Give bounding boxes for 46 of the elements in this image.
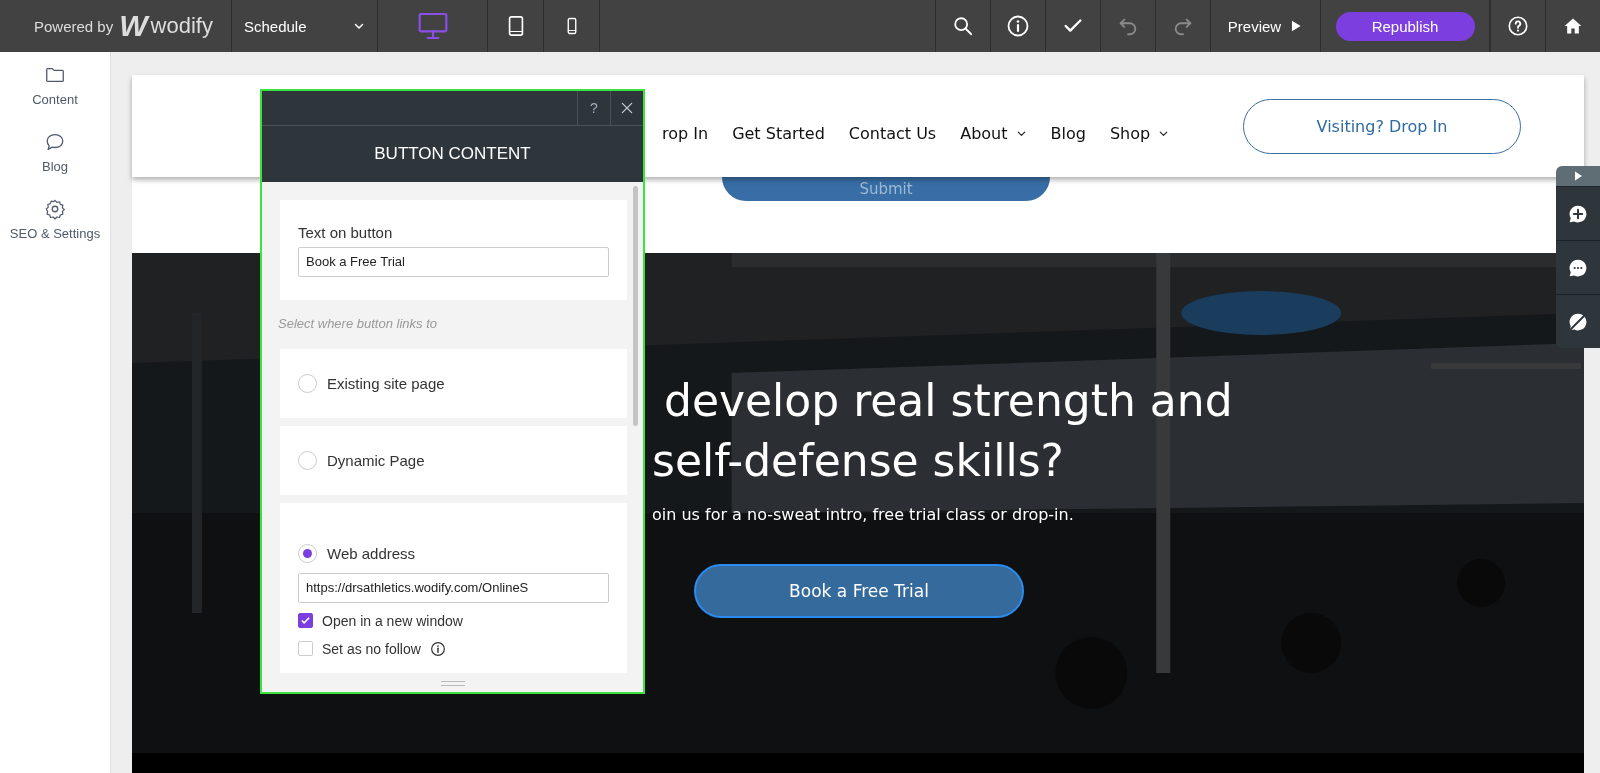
url-field[interactable]: https://drsathletics.wodify.com/OnlineS [298, 572, 609, 603]
nav-link[interactable]: Contact Us [848, 123, 937, 143]
brand-name: wodify [150, 13, 213, 39]
add-comment-button[interactable] [1556, 186, 1600, 240]
comment-icon [1568, 257, 1588, 278]
radio-option[interactable]: Existing site page [298, 374, 609, 393]
checkbox[interactable] [298, 613, 313, 628]
chat-bubble-icon [44, 131, 66, 153]
hero-heading-line: develop real strength and [664, 374, 1233, 428]
sidebar-item[interactable]: SEO & Settings [9, 198, 101, 241]
comments-button[interactable] [1556, 240, 1600, 294]
scrollbar[interactable] [633, 186, 638, 426]
add-comment-icon [1568, 203, 1588, 224]
link-hint: Select where button links to [278, 316, 438, 331]
nav-link[interactable]: Shop [1109, 123, 1170, 143]
play-button[interactable] [1556, 166, 1600, 186]
radio-option[interactable]: Dynamic Page [298, 451, 609, 470]
checkbox-label: Open in a new window [322, 612, 463, 629]
sidebar-item[interactable]: Blog [42, 131, 68, 174]
sidebar-item[interactable]: Content [32, 64, 78, 107]
gear-icon [44, 198, 66, 220]
button-text-field[interactable]: Book a Free Trial [298, 246, 609, 277]
checkmark-icon [300, 615, 311, 626]
help-icon[interactable] [1507, 15, 1529, 37]
hero-heading-line: self-defense skills? [652, 434, 1064, 488]
field-label: Text on button [298, 223, 394, 241]
home-icon [1563, 16, 1583, 36]
resize-handle[interactable] [440, 681, 465, 686]
help-button[interactable]: ? [577, 91, 610, 125]
republish-button[interactable]: Republish [1335, 11, 1475, 41]
nav-link[interactable]: About [960, 123, 1027, 143]
hidden-comment-icon [1568, 311, 1588, 332]
nav-link[interactable]: rop In [662, 123, 709, 143]
brand-caption: Powered by [34, 17, 114, 35]
drop-in-button[interactable]: Visiting? Drop In [1243, 98, 1521, 154]
play-icon [1572, 170, 1584, 182]
dialog-title: BUTTON CONTENT [262, 126, 643, 182]
hero-subtitle: oin us for a no-sweat intro, free trial class or drop-in. [652, 505, 1074, 524]
info-icon [429, 640, 446, 657]
nav-link[interactable]: Get Started [732, 123, 825, 143]
radio-option[interactable]: Web address [298, 543, 609, 563]
nav-link[interactable]: Blog [1050, 123, 1086, 143]
free-trial-button[interactable]: Book a Free Trial [694, 564, 1024, 618]
checkbox-label: Set as no follow [322, 640, 421, 657]
close-icon [620, 101, 634, 115]
hide-comments-button[interactable] [1556, 294, 1600, 348]
